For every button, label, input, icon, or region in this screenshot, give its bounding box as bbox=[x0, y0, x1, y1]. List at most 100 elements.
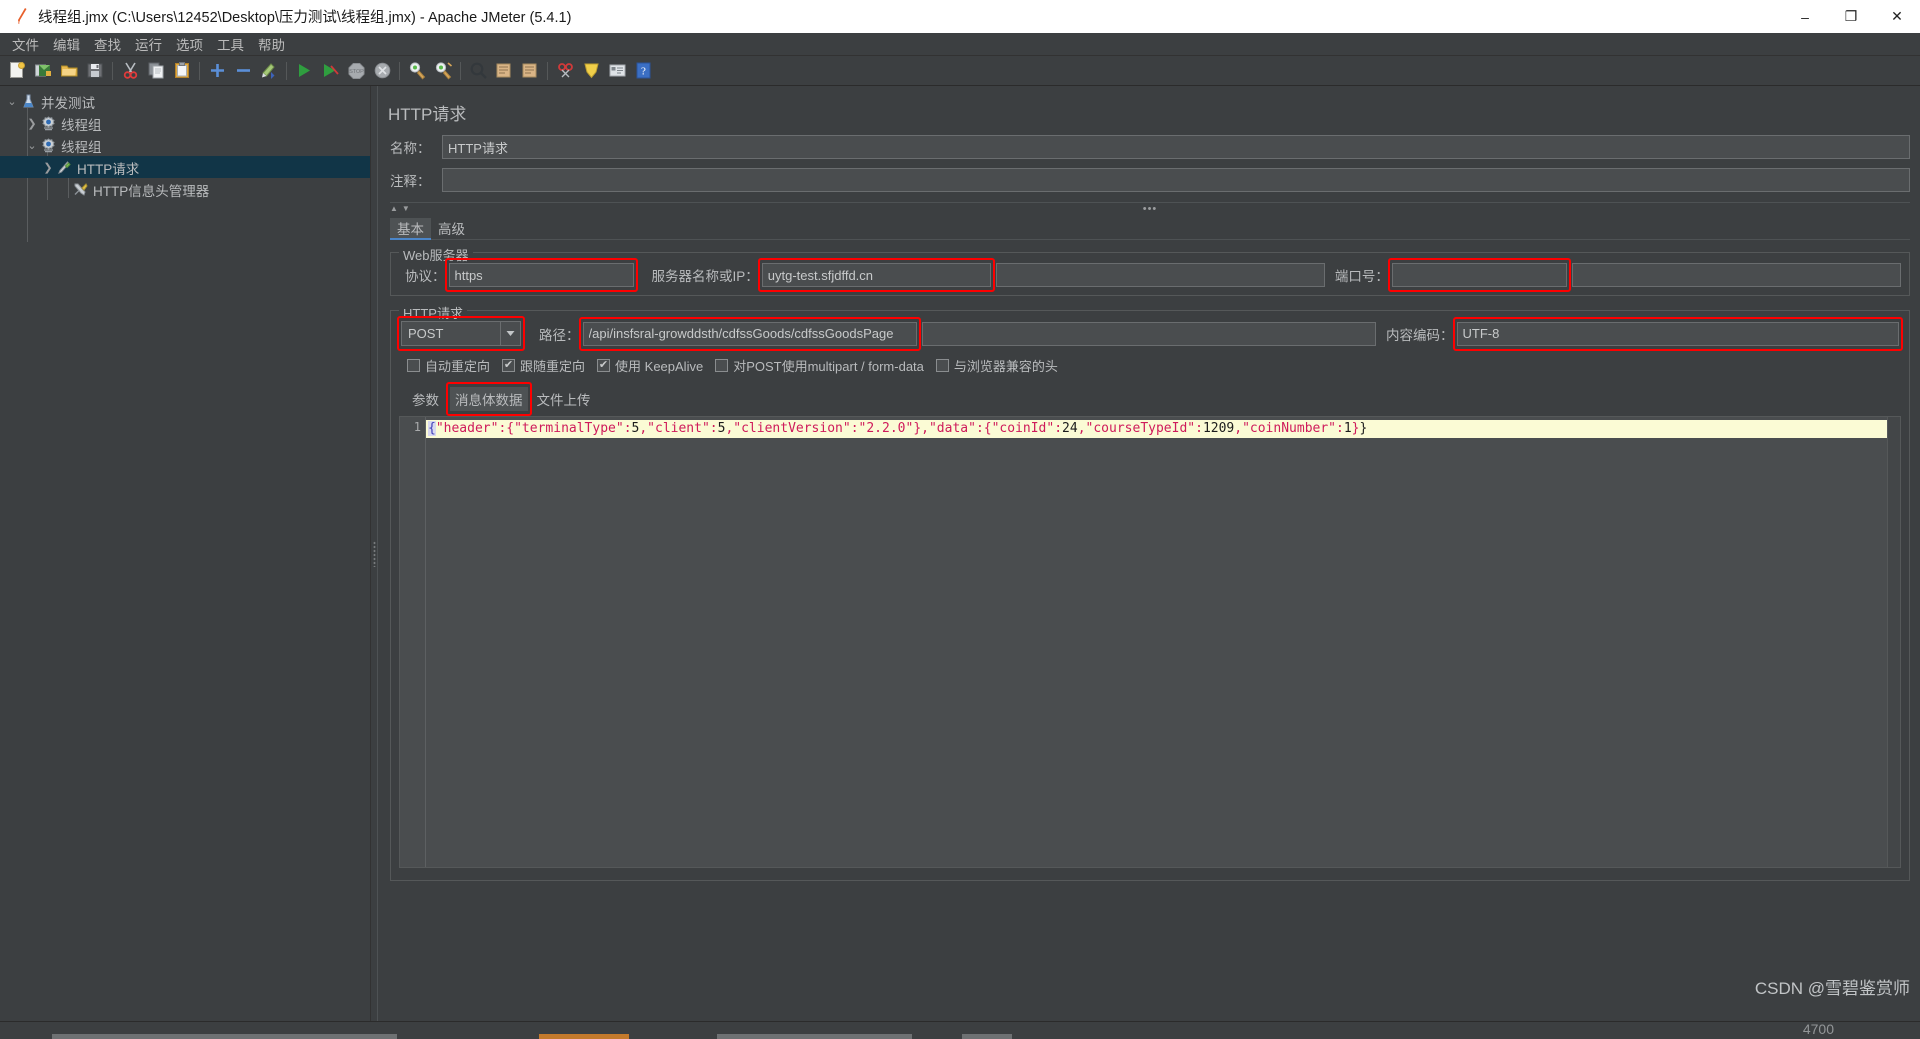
menu-options[interactable]: 选项 bbox=[169, 32, 210, 56]
tree-node-label: 线程组 bbox=[61, 139, 102, 155]
server-label: 服务器名称或IP： bbox=[651, 269, 759, 284]
chevron-down-icon[interactable]: ⌄ bbox=[24, 139, 40, 152]
tab-basic[interactable]: 基本 bbox=[390, 218, 431, 240]
checkbox-box-icon[interactable] bbox=[502, 359, 516, 372]
tab-file-upload[interactable]: 文件上传 bbox=[532, 387, 596, 411]
taskbar-segment[interactable] bbox=[539, 1034, 629, 1039]
body-tabs: 参数 消息体数据 文件上传 bbox=[399, 382, 1901, 416]
tab-advanced[interactable]: 高级 bbox=[431, 218, 472, 239]
clear-icon[interactable] bbox=[406, 60, 428, 82]
chevron-down-icon[interactable]: ⌄ bbox=[4, 95, 20, 108]
collapse-down-icon[interactable]: ▼ bbox=[402, 205, 410, 213]
stop-icon[interactable]: STOP bbox=[345, 60, 367, 82]
method-combobox[interactable]: POST bbox=[401, 321, 521, 346]
tab-parameters[interactable]: 参数 bbox=[407, 387, 444, 411]
menu-tools[interactable]: 工具 bbox=[210, 32, 251, 56]
undo-icon[interactable] bbox=[554, 60, 576, 82]
checkbox-browser-compatible-headers[interactable]: 与浏览器兼容的头 bbox=[935, 356, 1058, 375]
checkbox-follow-redirect[interactable]: 跟随重定向 bbox=[502, 356, 585, 375]
editor-vertical-scrollbar[interactable] bbox=[1887, 417, 1900, 867]
tree-node-test-plan[interactable]: ⌄ 并发测试 bbox=[0, 90, 370, 112]
editor-tabs: 基本 高级 bbox=[390, 218, 1910, 240]
taskbar-segment[interactable] bbox=[717, 1034, 912, 1039]
tree-node-http-request[interactable]: ❯ HTTP请求 bbox=[0, 156, 370, 178]
code-token: 1209 bbox=[1202, 421, 1235, 436]
checkbox-multipart[interactable]: 对POST使用multipart / form-data bbox=[715, 356, 924, 375]
checkbox-box-icon[interactable] bbox=[935, 359, 949, 372]
protocol-input[interactable] bbox=[448, 263, 634, 287]
cut-icon[interactable] bbox=[119, 60, 141, 82]
minimize-button[interactable]: – bbox=[1782, 0, 1828, 33]
overflow-dots-icon[interactable]: ••• bbox=[1143, 203, 1158, 215]
toolbar-separator bbox=[199, 61, 200, 80]
function-helper-icon[interactable] bbox=[580, 60, 602, 82]
taskbar-segment[interactable] bbox=[52, 1034, 397, 1039]
menu-search[interactable]: 查找 bbox=[87, 32, 128, 56]
search-icon[interactable] bbox=[467, 60, 489, 82]
menu-edit[interactable]: 编辑 bbox=[46, 32, 87, 56]
path-input[interactable] bbox=[582, 321, 917, 346]
encoding-input[interactable] bbox=[1456, 321, 1899, 346]
start-no-timers-icon[interactable] bbox=[319, 60, 341, 82]
watermark-secondary: 4700 bbox=[1802, 1021, 1834, 1037]
checkbox-box-icon[interactable] bbox=[407, 359, 420, 372]
help-icon[interactable] bbox=[606, 60, 628, 82]
expand-all-icon[interactable] bbox=[206, 60, 228, 82]
server-input[interactable] bbox=[761, 263, 991, 287]
svg-text:STOP: STOP bbox=[349, 69, 364, 75]
checkbox-box-icon[interactable] bbox=[597, 359, 611, 372]
start-icon[interactable] bbox=[293, 60, 315, 82]
new-icon[interactable] bbox=[6, 60, 28, 82]
taskbar-segment[interactable] bbox=[962, 1034, 1012, 1039]
shutdown-icon[interactable] bbox=[371, 60, 393, 82]
name-input[interactable] bbox=[442, 135, 1910, 159]
editor-code-area[interactable]: {"header":{"terminalType":5,"client":5,"… bbox=[426, 417, 1887, 867]
close-button[interactable]: ✕ bbox=[1874, 0, 1920, 33]
collapse-up-icon[interactable]: ▲ bbox=[390, 205, 398, 213]
checkbox-keepalive[interactable]: 使用 KeepAlive bbox=[597, 356, 703, 375]
collapse-all-icon[interactable] bbox=[232, 60, 254, 82]
code-token: "courseTypeId" bbox=[1085, 421, 1196, 436]
menu-run[interactable]: 运行 bbox=[128, 32, 169, 56]
svg-text:?: ? bbox=[641, 66, 646, 78]
test-plan-tree[interactable]: ⌄ 并发测试 ❯ 线程组 ⌄ 线程组 ❯ HTTP请求 HTTP信息头管理器 bbox=[0, 86, 370, 1021]
clear-all-icon[interactable] bbox=[432, 60, 454, 82]
body-data-editor[interactable]: 1 {"header":{"terminalType":5,"client":5… bbox=[400, 417, 1900, 867]
tab-body-data[interactable]: 消息体数据 bbox=[450, 387, 528, 411]
reset-search-icon[interactable] bbox=[493, 60, 515, 82]
editor-code-line[interactable]: {"header":{"terminalType":5,"client":5,"… bbox=[426, 420, 1887, 438]
save-icon[interactable] bbox=[84, 60, 106, 82]
panel-splitter[interactable] bbox=[370, 86, 377, 1021]
chevron-right-icon[interactable]: ❯ bbox=[40, 161, 56, 174]
port-input-overflow[interactable] bbox=[1571, 263, 1902, 287]
tree-node-thread-group-2[interactable]: ⌄ 线程组 bbox=[0, 134, 370, 156]
window-title: 线程组.jmx (C:\Users\12452\Desktop\压力测试\线程组… bbox=[38, 10, 572, 26]
tree-node-header-manager[interactable]: HTTP信息头管理器 bbox=[0, 178, 370, 200]
paste-icon[interactable] bbox=[171, 60, 193, 82]
code-token: { bbox=[506, 421, 515, 436]
open-icon[interactable] bbox=[58, 60, 80, 82]
chevron-right-icon[interactable]: ❯ bbox=[24, 117, 40, 130]
templates-icon[interactable] bbox=[32, 60, 54, 82]
chevron-down-icon[interactable] bbox=[500, 322, 520, 345]
menu-help[interactable]: 帮助 bbox=[251, 32, 292, 56]
page-title: HTTP请求 bbox=[388, 105, 467, 124]
comment-input[interactable] bbox=[442, 168, 1910, 192]
maximize-button[interactable]: ❐ bbox=[1828, 0, 1874, 33]
help-icon[interactable]: ? bbox=[632, 60, 654, 82]
port-input[interactable] bbox=[1391, 263, 1567, 287]
taskbar: 4700 bbox=[0, 1021, 1920, 1039]
menu-file[interactable]: 文件 bbox=[5, 32, 46, 56]
code-token: , bbox=[921, 421, 929, 436]
checkbox-box-icon[interactable] bbox=[715, 359, 729, 372]
tree-node-label: HTTP信息头管理器 bbox=[93, 183, 210, 199]
toggle-icon[interactable] bbox=[258, 60, 280, 82]
path-input-overflow[interactable] bbox=[921, 321, 1376, 346]
request-options-row: 自动重定向 跟随重定向 使用 KeepAlive 对POST使用multipar… bbox=[399, 356, 1901, 375]
tree-node-thread-group-1[interactable]: ❯ 线程组 bbox=[0, 112, 370, 134]
reset-search-icon[interactable] bbox=[519, 60, 541, 82]
copy-icon[interactable] bbox=[145, 60, 167, 82]
checkbox-auto-redirect[interactable]: 自动重定向 bbox=[407, 356, 490, 375]
code-token: } bbox=[913, 421, 922, 436]
server-input-overflow[interactable] bbox=[995, 263, 1325, 287]
